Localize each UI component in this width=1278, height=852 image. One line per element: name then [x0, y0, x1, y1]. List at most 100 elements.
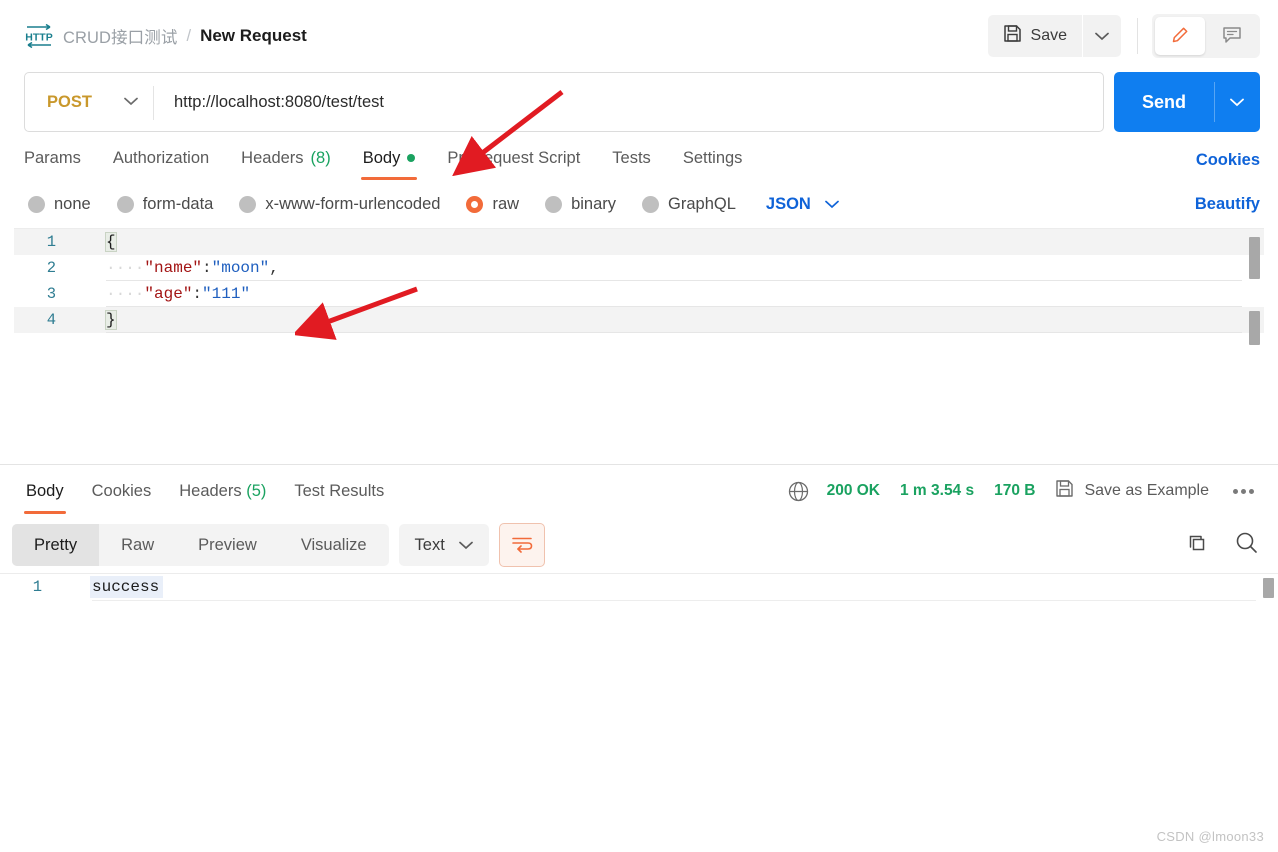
tab-headers[interactable]: Headers (8) [225, 136, 347, 180]
code-line: 2 ····"name":"moon", [14, 255, 1264, 281]
save-as-example-button[interactable]: Save as Example [1055, 479, 1209, 503]
tab-label: Body [26, 481, 64, 500]
radio-icon [642, 195, 660, 213]
edit-mode-button[interactable] [1155, 17, 1205, 55]
search-button[interactable] [1234, 530, 1260, 561]
breadcrumb-collection[interactable]: CRUD接口测试 [63, 24, 177, 48]
chevron-down-icon [124, 93, 138, 111]
copy-button[interactable] [1184, 531, 1208, 560]
method-label: POST [47, 92, 92, 111]
body-type-binary[interactable]: binary [545, 195, 616, 214]
tab-label: Cookies [91, 481, 152, 500]
editor-scrollbar-thumb-bottom[interactable] [1249, 311, 1260, 345]
header-actions: Save [987, 14, 1260, 58]
response-code-line: 1 success [0, 574, 1278, 600]
response-scrollbar-thumb[interactable] [1263, 578, 1274, 598]
method-selector[interactable]: POST [25, 73, 154, 131]
chevron-down-icon [1095, 29, 1109, 44]
brace-token: } [105, 310, 117, 330]
comment-mode-button[interactable] [1207, 17, 1257, 55]
cookies-link[interactable]: Cookies [1196, 151, 1260, 180]
comment-icon [1222, 26, 1242, 47]
indent-guide: ···· [106, 285, 145, 303]
radio-icon [116, 195, 134, 213]
tab-tests[interactable]: Tests [596, 136, 667, 180]
body-type-row: none form-data x-www-form-urlencoded raw… [0, 180, 1278, 228]
chevron-down-icon [824, 195, 839, 214]
response-tab-headers[interactable]: Headers (5) [165, 466, 280, 516]
tab-params[interactable]: Params [24, 136, 97, 180]
page-title[interactable]: New Request [200, 26, 307, 46]
save-button[interactable]: Save [987, 15, 1082, 57]
save-button-group: Save [987, 15, 1121, 57]
response-tab-body[interactable]: Body [12, 466, 78, 516]
breadcrumb-separator: / [186, 26, 192, 45]
view-mode-raw[interactable]: Raw [99, 524, 176, 566]
globe-icon [788, 481, 809, 502]
url-input[interactable] [153, 73, 1103, 131]
line-content: { [72, 232, 117, 252]
response-view-mode-group: Pretty Raw Preview Visualize [12, 524, 389, 566]
response-body-viewer[interactable]: 1 success [0, 573, 1278, 773]
tab-label: Authorization [112, 148, 210, 167]
response-size: 170 B [994, 482, 1036, 499]
response-headers-count: (5) [246, 481, 267, 500]
response-view-actions [1184, 530, 1260, 561]
radio-icon [545, 195, 563, 213]
view-mode-pretty[interactable]: Pretty [12, 524, 100, 566]
body-type-urlencoded[interactable]: x-www-form-urlencoded [239, 195, 440, 214]
chevron-down-icon [1230, 95, 1244, 110]
search-icon [1234, 530, 1260, 561]
tab-label: Headers [179, 481, 242, 500]
body-type-graphql[interactable]: GraphQL [642, 195, 736, 214]
send-options-caret[interactable] [1214, 72, 1260, 132]
tab-settings[interactable]: Settings [667, 136, 759, 180]
response-tab-test-results[interactable]: Test Results [280, 466, 398, 516]
body-type-form-data[interactable]: form-data [116, 195, 213, 214]
view-mode-preview[interactable]: Preview [176, 524, 279, 566]
code-line: 3 ····"age":"111" [14, 281, 1264, 307]
request-tabs: Params Authorization Headers (8) Body Pr… [0, 134, 1278, 180]
line-content: ····"age":"111" [72, 285, 250, 303]
code-line: 1 { [14, 229, 1264, 255]
tab-authorization[interactable]: Authorization [97, 136, 225, 180]
editor-scrollbar-thumb-top[interactable] [1249, 237, 1260, 279]
tab-label: Settings [682, 148, 743, 167]
request-body-editor[interactable]: 1 { 2 ····"name":"moon", 3 ····"age":"11… [14, 228, 1264, 464]
response-more-options-button[interactable] [1227, 485, 1260, 498]
floppy-disk-icon [1003, 24, 1022, 48]
chevron-down-icon [458, 536, 473, 555]
word-wrap-toggle[interactable] [498, 523, 545, 567]
line-number: 2 [46, 259, 56, 277]
ellipsis-icon [1241, 488, 1246, 494]
radio-icon [28, 195, 45, 213]
http-logo-icon: HTTP [24, 23, 54, 49]
line-content: ····"name":"moon", [72, 259, 279, 277]
save-options-caret[interactable] [1083, 15, 1121, 57]
radio-selected-icon [466, 195, 484, 213]
response-tabs: Body Cookies Headers (5) Test Results 20… [0, 465, 1278, 517]
view-mode-group [1152, 14, 1260, 58]
body-type-raw[interactable]: raw [466, 195, 519, 214]
response-format-label: Text [414, 535, 445, 554]
request-code-lines: 1 { 2 ····"name":"moon", 3 ····"age":"11… [14, 229, 1264, 333]
tab-label: Pre-request Script [447, 148, 581, 167]
tab-label: Headers [241, 148, 304, 167]
tab-pre-request-script[interactable]: Pre-request Script [431, 136, 596, 180]
send-button-group: Send [1113, 72, 1260, 134]
save-as-example-label: Save as Example [1084, 482, 1209, 499]
url-box: POST [24, 72, 1104, 132]
response-tab-cookies[interactable]: Cookies [78, 466, 166, 516]
response-body-text: success [90, 576, 164, 598]
body-type-none[interactable]: none [28, 195, 91, 214]
view-mode-visualize[interactable]: Visualize [279, 524, 389, 566]
body-format-selector[interactable]: JSON [766, 195, 839, 214]
send-button[interactable]: Send [1113, 72, 1214, 132]
body-type-label: none [54, 194, 91, 213]
watermark: CSDN @lmoon33 [1156, 829, 1264, 844]
copy-icon [1184, 531, 1208, 560]
tab-body[interactable]: Body [347, 136, 432, 180]
response-format-selector[interactable]: Text [398, 524, 489, 566]
beautify-button[interactable]: Beautify [1195, 195, 1260, 214]
json-key: "age" [144, 285, 193, 303]
